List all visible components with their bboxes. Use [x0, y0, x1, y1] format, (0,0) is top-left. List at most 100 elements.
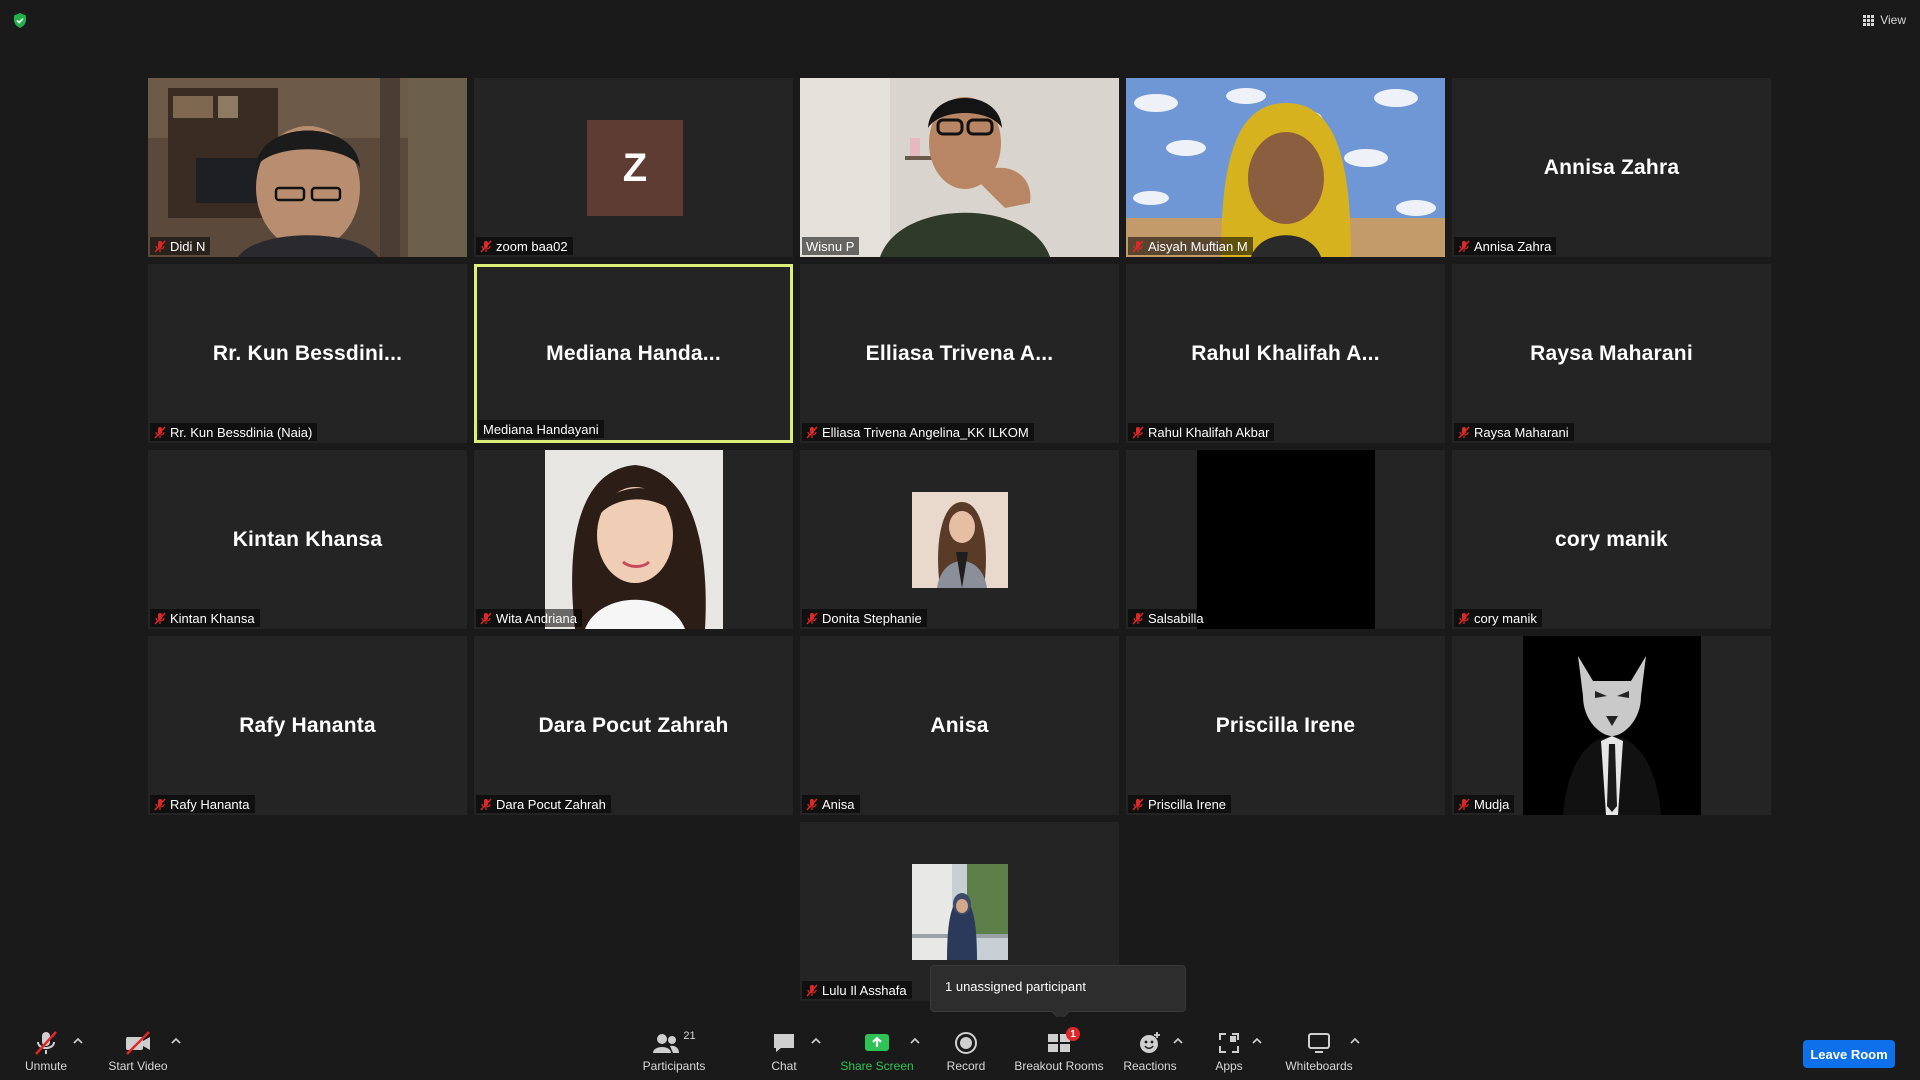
participant-tile-cory[interactable]: cory manik cory manik [1452, 450, 1771, 629]
profile-photo [912, 864, 1008, 960]
participant-display-name: Priscilla Irene [1215, 713, 1356, 737]
participant-tile-salsabilla[interactable]: Salsabilla [1126, 450, 1445, 629]
participant-tile-elliasa[interactable]: Elliasa Trivena A... Elliasa Trivena Ang… [800, 264, 1119, 443]
participants-count: 21 [683, 1030, 696, 1042]
participant-name-label: Donita Stephanie [802, 609, 927, 627]
apps-label: Apps [1215, 1059, 1243, 1073]
apps-button[interactable]: Apps [1208, 1030, 1250, 1074]
share-screen-icon [865, 1034, 889, 1051]
mic-muted-icon [154, 240, 166, 252]
participant-video [148, 78, 467, 257]
participant-display-name: Rahul Khalifah A... [1191, 341, 1380, 365]
mic-muted-icon [1132, 240, 1144, 252]
participants-button[interactable]: 21 Participants [642, 1030, 706, 1074]
participant-name: Kintan Khansa [170, 610, 255, 626]
participant-name-label: Anisa [802, 795, 860, 813]
participant-tile-raysa[interactable]: Raysa Maharani Raysa Maharani [1452, 264, 1771, 443]
participant-display-name: Raysa Maharani [1530, 341, 1693, 365]
profile-photo [545, 450, 723, 629]
participant-tile-donita[interactable]: Donita Stephanie [800, 450, 1119, 629]
participant-name: Raysa Maharani [1474, 424, 1569, 440]
breakout-rooms-button[interactable]: 1 Breakout Rooms [1013, 1027, 1105, 1074]
unassigned-participant-tooltip: 1 unassigned participant [930, 965, 1186, 1012]
mic-muted-icon [806, 984, 818, 996]
view-button[interactable]: View [1863, 11, 1906, 29]
start-video-button[interactable]: Start Video [106, 1030, 170, 1074]
participant-video [800, 78, 1119, 257]
participant-tile-aisyah[interactable]: Aisyah Muftian M [1126, 78, 1445, 257]
record-button[interactable]: Record [944, 1030, 988, 1074]
participant-name-label: Wita Andriana [476, 609, 582, 627]
participant-name: Wita Andriana [496, 610, 577, 626]
chevron-up-icon[interactable] [1350, 1037, 1360, 1045]
participant-name: cory manik [1474, 610, 1537, 626]
participant-tile-annisa[interactable]: Annisa Zahra Annisa Zahra [1452, 78, 1771, 257]
participant-tile-wita[interactable]: Wita Andriana [474, 450, 793, 629]
participant-tile-zoom[interactable]: Z zoom baa02 [474, 78, 793, 257]
participant-name-label: Wisnu P [802, 237, 860, 255]
unmute-label: Unmute [24, 1059, 68, 1073]
participant-tile-kun[interactable]: Rr. Kun Bessdini... Rr. Kun Bessdinia (N… [148, 264, 467, 443]
shield-check-icon[interactable] [13, 13, 27, 28]
mic-muted-icon [1132, 426, 1144, 438]
participant-tile-priscilla[interactable]: Priscilla Irene Priscilla Irene [1126, 636, 1445, 815]
unmute-button[interactable]: Unmute [20, 1030, 72, 1074]
participant-name-label: Dara Pocut Zahrah [476, 795, 611, 813]
mic-muted-icon [1132, 798, 1144, 810]
participant-tile-wisnu[interactable]: Wisnu P [800, 78, 1119, 257]
participant-name-label: Elliasa Trivena Angelina_KK ILKOM [802, 423, 1034, 441]
participant-tile-kintan[interactable]: Kintan Khansa Kintan Khansa [148, 450, 467, 629]
chevron-up-icon[interactable] [1252, 1037, 1262, 1045]
leave-room-button[interactable]: Leave Room [1803, 1040, 1895, 1068]
whiteboard-icon [1308, 1033, 1330, 1053]
breakout-rooms-label: Breakout Rooms [1014, 1059, 1104, 1073]
chevron-up-icon[interactable] [811, 1037, 821, 1045]
participant-tile-mediana[interactable]: Mediana Handa... Mediana Handayani [474, 264, 793, 443]
participant-tile-mudja[interactable]: Mudja [1452, 636, 1771, 815]
participant-tile-didi[interactable]: Didi N [148, 78, 467, 257]
mic-muted-icon [1458, 426, 1470, 438]
share-screen-button[interactable]: Share Screen [840, 1030, 914, 1074]
reactions-label: Reactions [1123, 1059, 1177, 1073]
video-off-icon [126, 1031, 150, 1055]
breakout-rooms-badge: 1 [1066, 1027, 1080, 1041]
participant-name: Elliasa Trivena Angelina_KK ILKOM [822, 424, 1029, 440]
reactions-button[interactable]: Reactions [1123, 1030, 1177, 1074]
participant-name-label: Rahul Khalifah Akbar [1128, 423, 1275, 441]
participant-display-name: Rr. Kun Bessdini... [212, 341, 403, 365]
zoom-meeting-window: View Didi N Z zoom baa02 Wisnu P Aisyah … [0, 0, 1920, 1080]
participant-name-label: Mediana Handayani [479, 420, 604, 438]
participant-name: Mudja [1474, 796, 1510, 812]
chevron-up-icon[interactable] [73, 1037, 83, 1045]
participant-name: Rahul Khalifah Akbar [1148, 424, 1270, 440]
chat-button[interactable]: Chat [766, 1030, 802, 1074]
participant-display-name: Kintan Khansa [232, 527, 383, 551]
participant-display-name: Mediana Handa... [546, 341, 721, 365]
participants-icon [653, 1034, 680, 1053]
participant-tile-rahul[interactable]: Rahul Khalifah A... Rahul Khalifah Akbar [1126, 264, 1445, 443]
participant-name: Lulu Il Asshafa [822, 982, 907, 998]
mic-muted-icon [1132, 612, 1144, 624]
whiteboards-button[interactable]: Whiteboards [1283, 1030, 1355, 1074]
view-label: View [1880, 13, 1906, 27]
chevron-up-icon[interactable] [910, 1037, 920, 1045]
participant-tile-rafy[interactable]: Rafy Hananta Rafy Hananta [148, 636, 467, 815]
participant-name-label: Didi N [150, 237, 211, 255]
avatar: Z [587, 120, 683, 216]
participant-name-label: Priscilla Irene [1128, 795, 1232, 813]
participant-name: Dara Pocut Zahrah [496, 796, 606, 812]
mic-muted-icon [1458, 240, 1470, 252]
participant-display-name: Annisa Zahra [1543, 155, 1680, 179]
record-label: Record [946, 1059, 986, 1073]
mic-muted-icon [480, 240, 492, 252]
start-video-label: Start Video [108, 1059, 168, 1073]
participant-tile-anisa[interactable]: Anisa Anisa [800, 636, 1119, 815]
mic-muted-icon [35, 1031, 57, 1055]
mic-muted-icon [480, 612, 492, 624]
participant-name: Aisyah Muftian M [1148, 238, 1248, 254]
participant-tile-dara[interactable]: Dara Pocut Zahrah Dara Pocut Zahrah [474, 636, 793, 815]
chevron-up-icon[interactable] [1173, 1037, 1183, 1045]
participant-name: Salsabilla [1148, 610, 1204, 626]
chevron-up-icon[interactable] [171, 1037, 181, 1045]
grid-icon [1863, 14, 1875, 26]
